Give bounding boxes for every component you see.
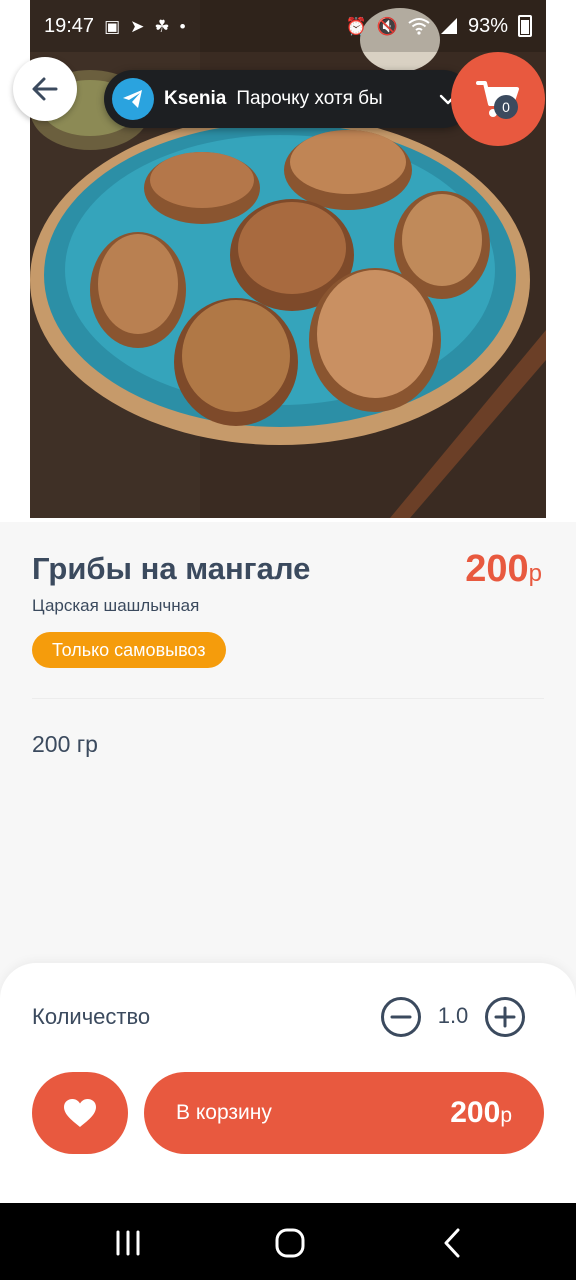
gallery-icon: ▣	[104, 16, 121, 36]
battery-icon	[518, 15, 532, 37]
app-icon: ☘	[154, 16, 170, 36]
alarm-icon: ⏰	[345, 16, 367, 36]
telegram-app-icon	[112, 78, 154, 120]
status-left: 19:47 ▣ ➤ ☘ •	[44, 15, 186, 38]
recents-button[interactable]	[108, 1223, 148, 1263]
home-icon	[275, 1228, 305, 1258]
back-button[interactable]	[13, 57, 77, 121]
product-price-currency: р	[528, 560, 542, 587]
notification-sender: Ksenia	[164, 88, 227, 109]
cart-count-badge: 0	[494, 95, 518, 119]
home-button[interactable]	[270, 1223, 310, 1263]
dot-icon: •	[179, 16, 186, 36]
add-to-cart-price-value: 200	[450, 1096, 501, 1129]
restaurant-name: Царская шашлычная	[32, 596, 200, 615]
add-to-cart-price-currency: р	[500, 1104, 512, 1127]
add-to-cart-label: В корзину	[176, 1101, 272, 1124]
system-navigation-bar	[0, 1203, 576, 1280]
product-title: Грибы на мангале	[32, 551, 311, 586]
wifi-icon	[408, 18, 430, 35]
add-to-cart-price: 200р	[450, 1096, 512, 1130]
heart-icon	[64, 1099, 96, 1127]
quantity-minus-button[interactable]	[380, 996, 422, 1038]
status-right: ⏰ 🔇 93%	[346, 15, 532, 38]
signal-icon	[440, 18, 457, 34]
portion-size: 200 гр	[32, 731, 98, 757]
pickup-only-badge: Только самовывоз	[32, 632, 226, 668]
quantity-plus-button[interactable]	[484, 996, 526, 1038]
add-to-cart-button[interactable]: В корзину 200р	[144, 1072, 544, 1154]
telegram-icon: ➤	[130, 16, 145, 36]
favorite-button[interactable]	[32, 1072, 128, 1154]
battery-percent: 93%	[467, 14, 508, 37]
telegram-notification[interactable]: Ksenia Парочку хотя бы	[104, 70, 472, 128]
status-time: 19:47	[44, 14, 95, 37]
mute-icon: 🔇	[376, 16, 398, 36]
divider	[32, 698, 544, 699]
quantity-label: Количество	[32, 1004, 151, 1029]
quantity-value: 1.0	[437, 1003, 469, 1028]
notification-text: Парочку хотя бы	[236, 88, 383, 109]
recents-icon	[116, 1230, 140, 1256]
status-bar: 19:47 ▣ ➤ ☘ • ⏰ 🔇 93%	[30, 0, 546, 52]
product-price-value: 200	[465, 548, 529, 590]
arrow-left-icon	[32, 77, 58, 101]
system-back-button[interactable]	[432, 1223, 472, 1263]
product-price: 200р	[465, 548, 542, 591]
chevron-left-icon	[444, 1228, 460, 1258]
